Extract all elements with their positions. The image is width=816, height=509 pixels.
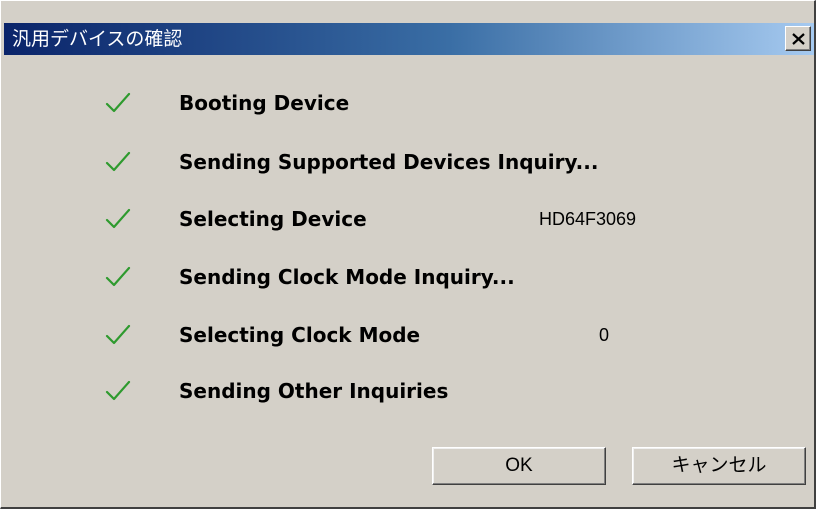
check-icon	[105, 151, 131, 172]
ok-button[interactable]: OK	[432, 447, 606, 485]
check-icon	[105, 92, 131, 113]
step-row-booting-device: Booting Device	[1, 83, 811, 123]
selected-device-value: HD64F3069	[539, 209, 637, 229]
window-title: 汎用デバイスの確認	[12, 28, 183, 50]
step-row-other-inquiries: Sending Other Inquiries	[1, 371, 811, 411]
step-label: Selecting Clock Mode	[179, 323, 421, 347]
check-icon	[105, 380, 131, 401]
step-label: Sending Clock Mode Inquiry...	[179, 265, 515, 289]
step-row-clock-mode-inquiry: Sending Clock Mode Inquiry...	[1, 257, 811, 297]
check-icon	[105, 324, 131, 345]
step-row-selecting-clock-mode: Selecting Clock Mode 0	[1, 315, 811, 355]
device-confirm-dialog: 汎用デバイスの確認 Booting Device Sending Support…	[0, 0, 816, 509]
check-icon	[105, 208, 131, 229]
step-label: Booting Device	[179, 91, 350, 115]
step-label: Sending Other Inquiries	[179, 379, 449, 403]
title-bar[interactable]: 汎用デバイスの確認	[4, 23, 814, 55]
close-icon	[792, 33, 805, 45]
step-label: Sending Supported Devices Inquiry...	[179, 150, 599, 174]
cancel-button[interactable]: キャンセル	[632, 447, 806, 485]
check-icon	[105, 266, 131, 287]
clock-mode-value: 0	[599, 325, 610, 345]
step-row-selecting-device: Selecting Device HD64F3069	[1, 199, 811, 239]
step-row-supported-devices-inquiry: Sending Supported Devices Inquiry...	[1, 142, 811, 182]
close-button[interactable]	[785, 26, 811, 51]
step-label: Selecting Device	[179, 207, 367, 231]
